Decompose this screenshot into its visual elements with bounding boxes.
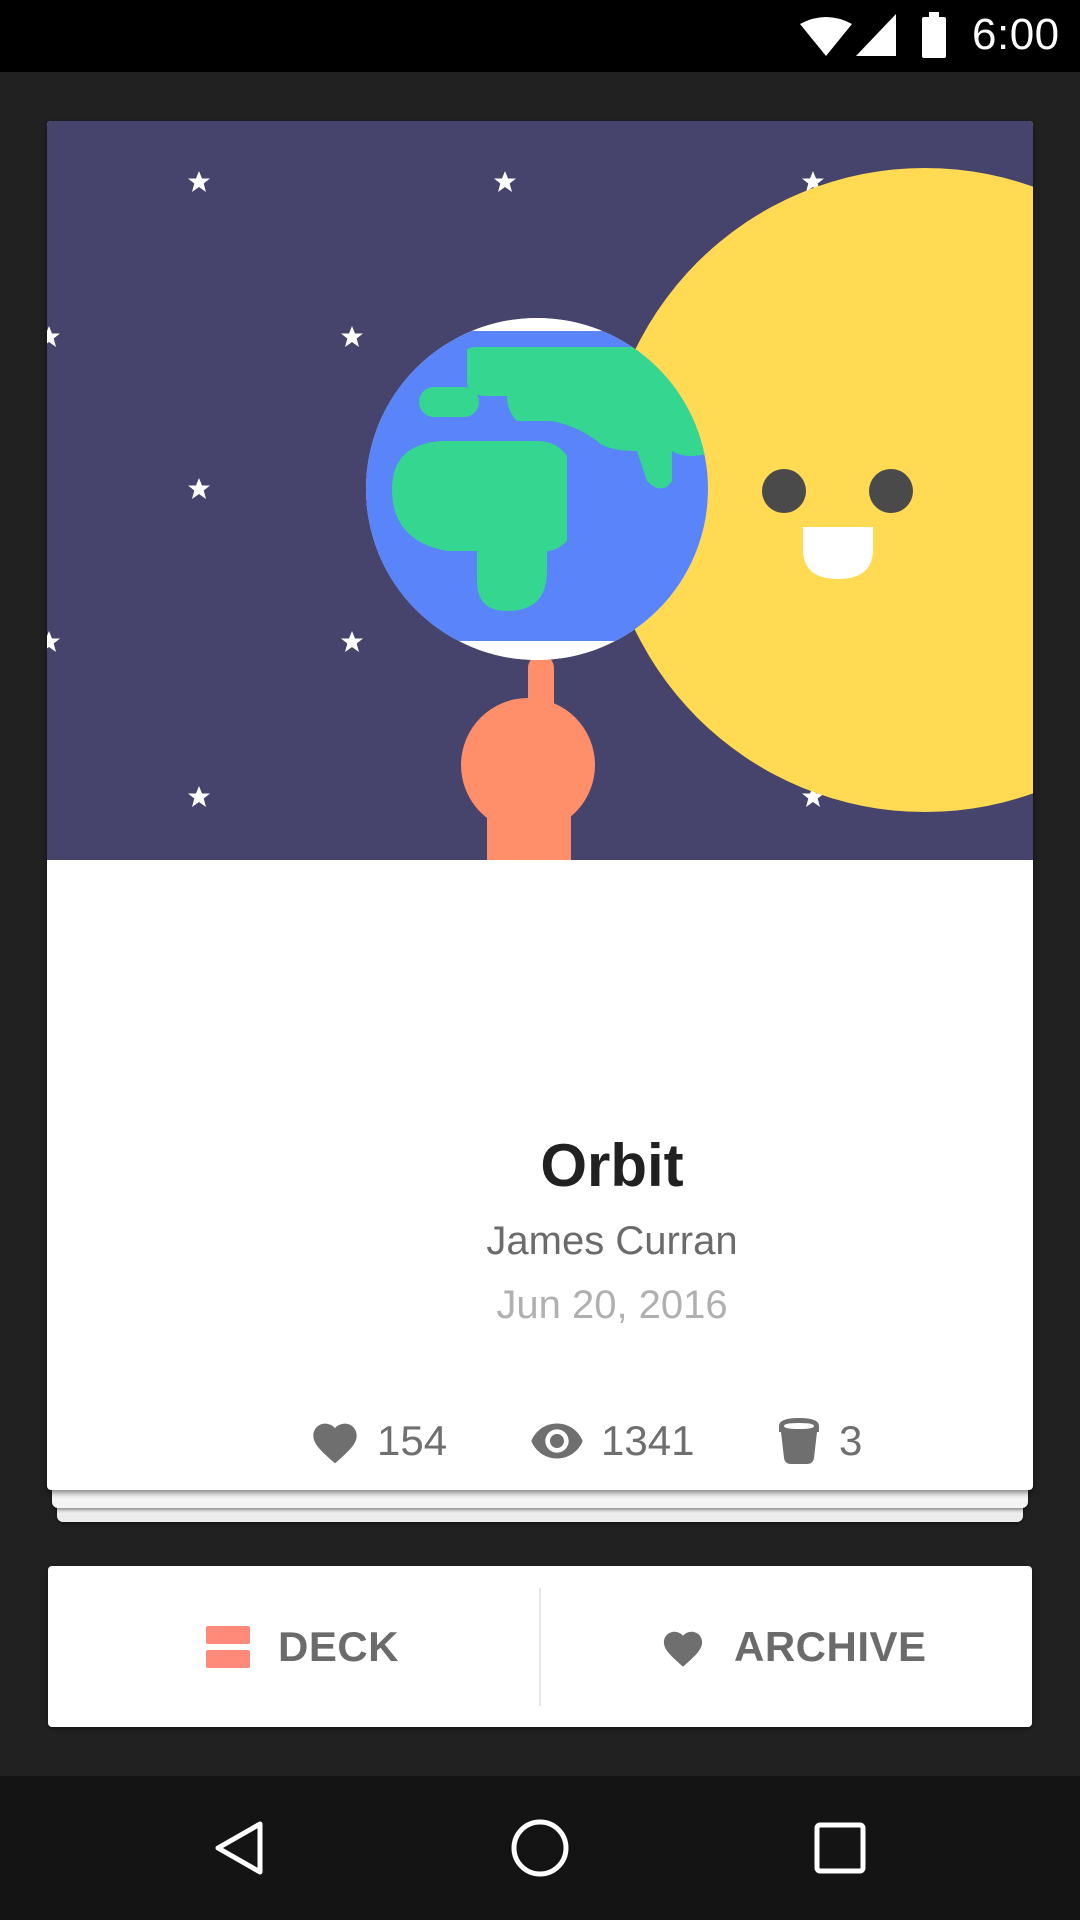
likes-stat[interactable]: 154: [309, 1401, 447, 1481]
shot-date: Jun 20, 2016: [496, 1283, 728, 1327]
wifi-icon: [800, 17, 852, 56]
archive-label: ARCHIVE: [734, 1622, 927, 1670]
navigation-bar: [0, 1776, 1080, 1920]
home-icon: [511, 1819, 569, 1877]
heart-icon: [313, 1423, 357, 1464]
views-stat[interactable]: 1341: [529, 1401, 694, 1481]
buckets-stat[interactable]: 3: [775, 1401, 862, 1481]
shot-author[interactable]: James Curran: [47, 1219, 1033, 1264]
action-bar: DECK ARCHIVE: [48, 1566, 1032, 1727]
likes-count: 154: [377, 1417, 448, 1464]
recents-button[interactable]: [760, 1776, 920, 1920]
eye-icon: [531, 1423, 583, 1459]
back-button[interactable]: [160, 1776, 320, 1920]
status-icons: [800, 12, 946, 58]
battery-icon: [922, 12, 946, 58]
views-count: 1341: [601, 1417, 695, 1464]
shot-card[interactable]: Orbit James Curran Jun 20, 2016 154 1341…: [47, 121, 1033, 1490]
deck-button[interactable]: DECK: [206, 1566, 399, 1727]
bucket-icon: [779, 1418, 819, 1464]
shot-title: Orbit: [540, 1132, 684, 1199]
deck-icon: [206, 1625, 250, 1668]
cell-signal-icon: [856, 14, 896, 56]
status-time: 6:00: [972, 10, 1060, 59]
back-icon: [215, 1821, 263, 1875]
shot-illustration[interactable]: [47, 121, 1033, 860]
recents-icon: [814, 1822, 866, 1874]
status-bar: 6:00: [0, 0, 1080, 72]
home-button[interactable]: [460, 1776, 620, 1920]
deck-label: DECK: [278, 1622, 400, 1670]
archive-button[interactable]: ARCHIVE: [660, 1566, 927, 1727]
buckets-count: 3: [839, 1417, 863, 1464]
heart-icon: [663, 1631, 703, 1667]
action-divider: [539, 1588, 541, 1706]
